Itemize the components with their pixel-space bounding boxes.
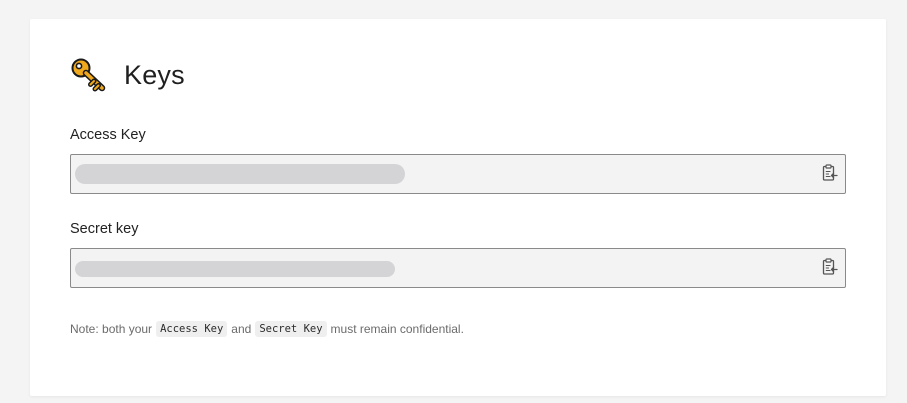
secret-key-copy-button[interactable]: [821, 257, 839, 281]
note-middle: and: [231, 322, 252, 336]
access-key-copy-button[interactable]: [821, 163, 839, 187]
access-key-value[interactable]: [75, 164, 405, 184]
access-key-label: Access Key: [70, 127, 146, 143]
confidentiality-note: Note: both your Access Key and Secret Ke…: [70, 321, 464, 337]
secret-key-field[interactable]: [70, 248, 846, 288]
note-suffix: must remain confidential.: [330, 322, 464, 336]
key-icon: [70, 57, 106, 93]
secret-key-label: Secret key: [70, 221, 139, 237]
secret-key-value[interactable]: [75, 261, 395, 277]
note-code-secret-key: Secret Key: [255, 321, 327, 337]
note-code-access-key: Access Key: [156, 321, 228, 337]
note-prefix: Note: both your: [70, 322, 153, 336]
keys-card: Keys Access Key Secret key Note: both yo…: [30, 19, 886, 396]
access-key-field[interactable]: [70, 154, 846, 194]
clipboard-copy-icon: [822, 257, 838, 281]
page-title: Keys: [124, 59, 185, 90]
clipboard-copy-icon: [822, 163, 838, 187]
keys-header: Keys: [70, 57, 185, 93]
